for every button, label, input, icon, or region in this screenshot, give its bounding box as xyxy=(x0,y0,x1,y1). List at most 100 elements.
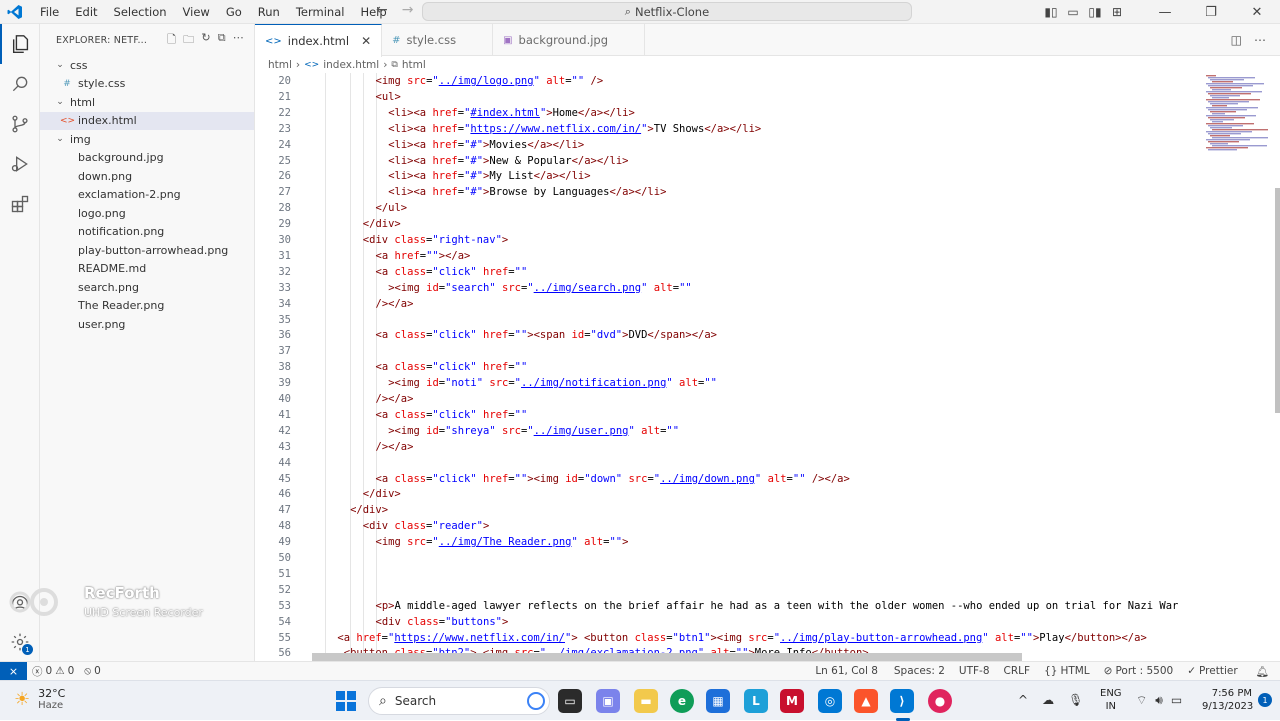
code-line[interactable]: 49 <img src="../img/The Reader.png" alt="… xyxy=(255,534,1280,550)
code-line[interactable]: 50 xyxy=(255,550,1280,566)
code-line[interactable]: 32 <a class="click" href="" xyxy=(255,264,1280,280)
tree-folder[interactable]: ⌄ img xyxy=(40,130,254,149)
maximize-button[interactable]: ❐ xyxy=(1188,5,1234,20)
encoding[interactable]: UTF-8 xyxy=(954,665,995,677)
tree-folder[interactable]: ⌄ html xyxy=(40,93,254,112)
collapse-all-icon[interactable]: ⧉ xyxy=(218,31,226,50)
code-line[interactable]: 26 <li><a href="#">My List</a></li> xyxy=(255,168,1280,184)
code-line[interactable]: 39 ><img id="noti" src="../img/notificati… xyxy=(255,375,1280,391)
tree-file[interactable]: background.jpg xyxy=(40,149,254,168)
mcafee-icon[interactable]: M xyxy=(780,689,804,713)
refresh-icon[interactable]: ↻ xyxy=(201,31,210,50)
breadcrumb-file[interactable]: index.html xyxy=(323,59,379,71)
tray-chevron-icon[interactable]: ^ xyxy=(1018,693,1028,707)
code-line[interactable]: 27 <li><a href="#">Browse by Languages</a… xyxy=(255,184,1280,200)
toggle-secondary-sidebar-icon[interactable]: ▯▮ xyxy=(1084,5,1106,19)
code-line[interactable]: 28 </ul> xyxy=(255,200,1280,216)
manage-gear-icon[interactable]: 1 xyxy=(0,622,40,662)
prettier-status[interactable]: ✓ Prettier xyxy=(1182,665,1242,677)
tree-file[interactable]: notification.png xyxy=(40,223,254,242)
code-line[interactable]: 21 <ul> xyxy=(255,89,1280,105)
tree-file[interactable]: play-button-arrowhead.png xyxy=(40,241,254,260)
taskbar-search[interactable]: ⌕ Search xyxy=(368,687,550,715)
tab-background-jpg[interactable]: ▣ background.jpg xyxy=(493,24,646,56)
toggle-sidebar-icon[interactable]: ▮▯ xyxy=(1040,5,1062,19)
tree-file[interactable]: The Reader.png xyxy=(40,297,254,316)
breadcrumb-symbol[interactable]: html xyxy=(402,59,426,71)
command-center[interactable]: ⌕ Netflix-Clone xyxy=(422,2,912,21)
file-explorer-icon[interactable]: ▬ xyxy=(634,689,658,713)
code-line[interactable]: 41 <a class="click" href="" xyxy=(255,407,1280,423)
clock[interactable]: 7:56 PM 9/13/2023 xyxy=(1202,687,1253,713)
tree-file[interactable]: <> index.html xyxy=(40,111,254,130)
tab-index-html[interactable]: <> index.html ✕ xyxy=(255,24,383,57)
tree-file[interactable]: search.png xyxy=(40,278,254,297)
code-line[interactable]: 20 <img src="../img/logo.png" alt="" /> xyxy=(255,73,1280,89)
code-line[interactable]: 45 <a class="click" href=""><img id="down… xyxy=(255,471,1280,487)
brave-browser-icon[interactable]: ▲ xyxy=(854,689,878,713)
minimap[interactable] xyxy=(1204,73,1268,193)
breadcrumb-folder[interactable]: html xyxy=(268,59,292,71)
quick-settings[interactable]: ⌔ 🔊︎ ▭ xyxy=(1136,693,1182,708)
run-debug-icon[interactable] xyxy=(0,144,40,184)
customize-layout-icon[interactable]: ⊞ xyxy=(1106,5,1128,19)
indentation[interactable]: Spaces: 2 xyxy=(889,665,950,677)
code-line[interactable]: 47 </div> xyxy=(255,502,1280,518)
source-control-icon[interactable] xyxy=(0,104,40,144)
close-tab-icon[interactable]: ✕ xyxy=(361,34,371,48)
tree-file[interactable]: logo.png xyxy=(40,204,254,223)
code-line[interactable]: 35 xyxy=(255,312,1280,328)
explorer-icon[interactable] xyxy=(0,24,40,64)
live-server-port[interactable]: ⊘ Port : 5500 xyxy=(1099,665,1179,677)
microphone-icon[interactable]: 🎙︎ xyxy=(1068,693,1083,707)
toggle-panel-icon[interactable]: ▭ xyxy=(1062,5,1084,19)
app-l-icon[interactable]: L xyxy=(744,689,768,713)
weather-widget[interactable]: ☀ 32°C Haze xyxy=(14,687,65,711)
tree-file[interactable]: exclamation-2.png xyxy=(40,186,254,205)
code-line[interactable]: 48 <div class="reader"> xyxy=(255,518,1280,534)
new-folder-icon[interactable]: 🗀 xyxy=(183,31,194,50)
menu-item-go[interactable]: Go xyxy=(218,0,250,24)
menu-item-selection[interactable]: Selection xyxy=(106,0,175,24)
extensions-icon[interactable] xyxy=(0,184,40,224)
tree-file[interactable]: user.png xyxy=(40,315,254,334)
tree-file[interactable]: down.png xyxy=(40,167,254,186)
ports-indicator[interactable]: ⦸ 0 xyxy=(79,665,106,678)
menu-item-run[interactable]: Run xyxy=(250,0,288,24)
new-file-icon[interactable]: 🗋 xyxy=(167,31,176,50)
search-activity-icon[interactable] xyxy=(0,64,40,104)
code-editor[interactable]: 20 <img src="../img/logo.png" alt="" /> 21… xyxy=(255,73,1280,661)
tab-style-css[interactable]: # style.css xyxy=(382,24,494,56)
code-line[interactable]: 42 ><img id="shreya" src="../img/user.png… xyxy=(255,423,1280,439)
edge-browser-icon[interactable]: e xyxy=(670,689,694,713)
task-view-icon[interactable]: ▭ xyxy=(558,689,582,713)
code-line[interactable]: 40 /></a> xyxy=(255,391,1280,407)
language-mode[interactable]: {} HTML xyxy=(1039,665,1095,677)
store-icon[interactable]: ▦ xyxy=(706,689,730,713)
notifications-bell-icon[interactable]: 🔔︎ xyxy=(1251,665,1274,678)
tree-file[interactable]: README.md xyxy=(40,260,254,279)
code-line[interactable]: 44 xyxy=(255,455,1280,471)
code-line[interactable]: 54 <div class="buttons"> xyxy=(255,614,1280,630)
vscode-taskbar-icon[interactable]: ⟩ xyxy=(890,689,914,713)
code-line[interactable]: 30 <div class="right-nav"> xyxy=(255,232,1280,248)
code-line[interactable]: 24 <li><a href="#">Movies</a></li> xyxy=(255,137,1280,153)
code-line[interactable]: 38 <a class="click" href="" xyxy=(255,359,1280,375)
code-line[interactable]: 51 xyxy=(255,566,1280,582)
code-line[interactable]: 36 <a class="click" href=""><span id="dvd… xyxy=(255,327,1280,343)
code-line[interactable]: 31 <a href=""></a> xyxy=(255,248,1280,264)
code-line[interactable]: 25 <li><a href="#">New & Popular</a></li> xyxy=(255,153,1280,169)
forward-arrow-icon[interactable]: → xyxy=(402,2,414,18)
horizontal-scrollbar[interactable] xyxy=(312,653,1022,661)
code-line[interactable]: 23 <li><a href="https://www.netflix.com/i… xyxy=(255,121,1280,137)
cloud-icon[interactable]: ☁ xyxy=(1042,693,1054,707)
code-line[interactable]: 46 </div> xyxy=(255,486,1280,502)
tree-file[interactable]: # style.css xyxy=(40,75,254,94)
vertical-scrollbar[interactable] xyxy=(1275,188,1280,413)
menu-item-edit[interactable]: Edit xyxy=(67,0,105,24)
problems-indicator[interactable]: ⓧ 0 ⚠ 0 xyxy=(27,664,79,679)
code-line[interactable]: 52 xyxy=(255,582,1280,598)
editor-more-icon[interactable]: ⋯ xyxy=(1254,33,1266,47)
cursor-position[interactable]: Ln 61, Col 8 xyxy=(810,665,883,677)
language-indicator[interactable]: ENG IN xyxy=(1100,687,1122,713)
